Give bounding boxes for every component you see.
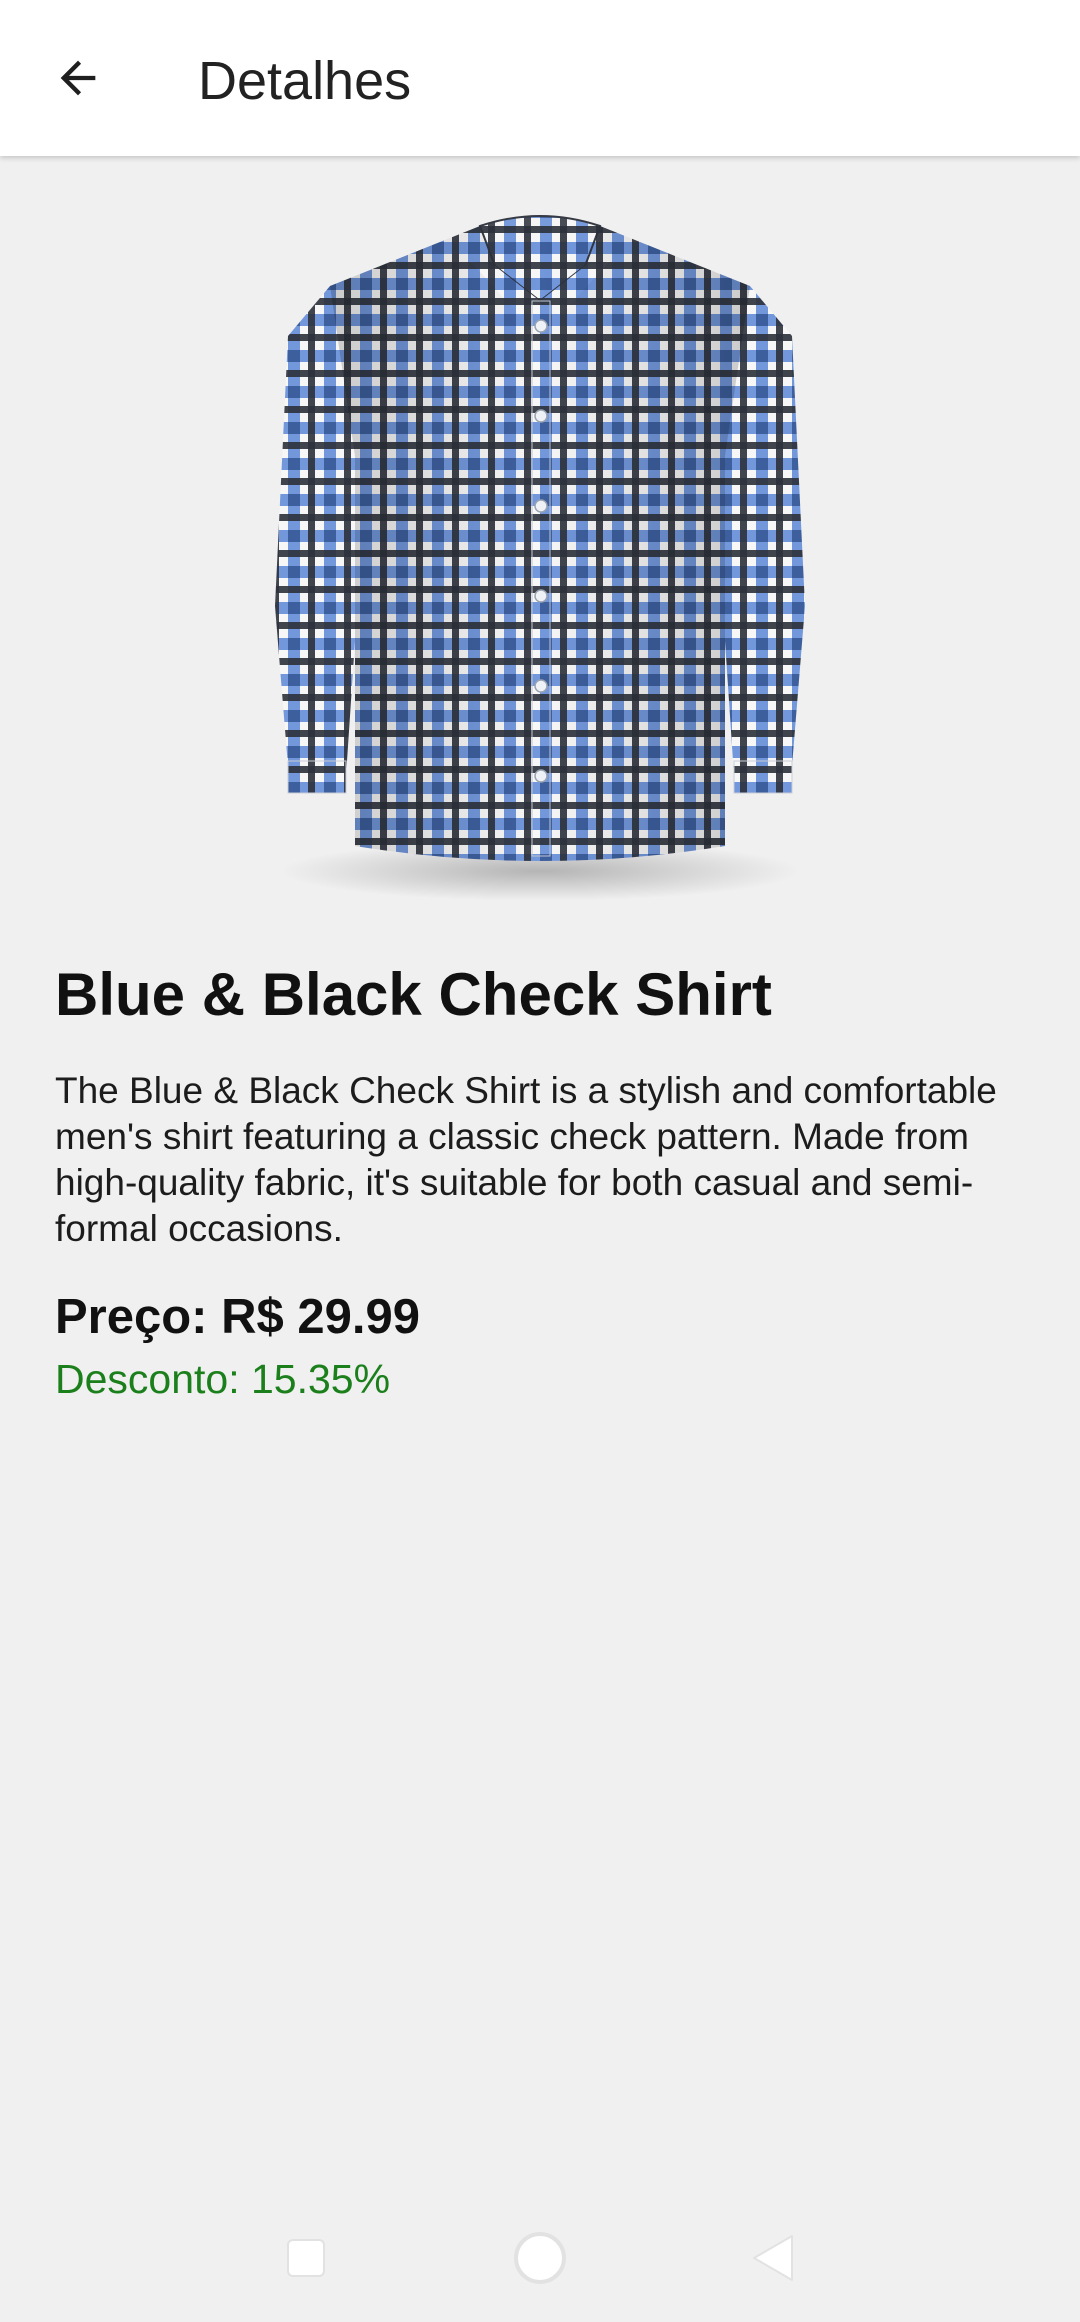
triangle-back-icon bbox=[753, 2235, 793, 2281]
product-discount: Desconto: 15.35% bbox=[55, 1356, 391, 1402]
product-description: The Blue & Black Check Shirt is a stylis… bbox=[55, 1070, 997, 1249]
app-bar: Detalhes bbox=[0, 0, 1080, 156]
back-button[interactable] bbox=[38, 38, 118, 118]
home-button[interactable] bbox=[508, 2226, 572, 2290]
circle-icon bbox=[514, 2232, 566, 2284]
product-image bbox=[180, 206, 900, 901]
product-price: Preço: R$ 29.99 bbox=[55, 1290, 420, 1344]
system-nav-bar bbox=[0, 2190, 1080, 2322]
arrow-left-icon bbox=[60, 60, 96, 96]
product-name: Blue & Black Check Shirt bbox=[55, 961, 772, 1028]
product-details: Blue & Black Check Shirt The Blue & Blac… bbox=[0, 156, 1080, 2322]
square-icon bbox=[287, 2239, 325, 2277]
recents-button[interactable] bbox=[274, 2226, 338, 2290]
page-title: Detalhes bbox=[198, 51, 412, 111]
system-back-button[interactable] bbox=[740, 2226, 804, 2290]
